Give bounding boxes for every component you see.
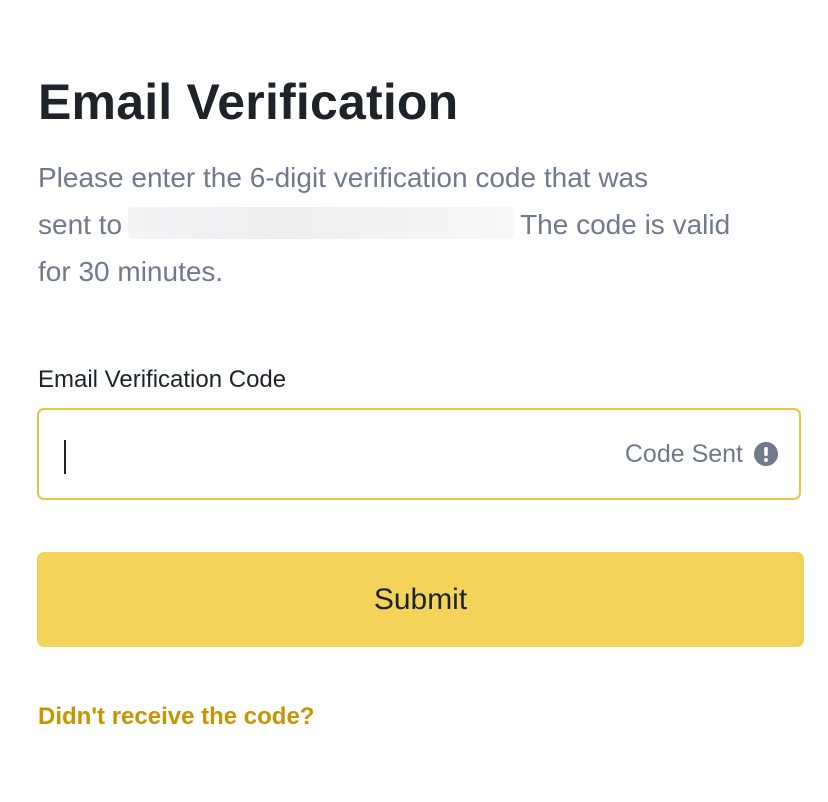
email-verification-code-label: Email Verification Code xyxy=(38,366,287,393)
code-sent-label: Code Sent xyxy=(624,439,743,468)
page-title: Email Verification xyxy=(38,74,459,130)
didnt-receive-code-link[interactable]: Didn't receive the code? xyxy=(38,700,314,734)
submit-button[interactable]: Submit xyxy=(37,552,804,647)
info-icon[interactable] xyxy=(753,441,779,467)
validity-text: The code is valid xyxy=(520,209,731,240)
instruction-line-3: for 30 minutes. xyxy=(38,256,224,287)
sent-to-label: sent to xyxy=(38,209,123,240)
code-sent-status: Code Sent xyxy=(625,410,779,498)
verification-code-field[interactable]: Code Sent xyxy=(37,408,801,500)
verification-code-input[interactable] xyxy=(57,428,577,480)
instruction-line-2: sent to The code is valid xyxy=(38,201,798,248)
text-cursor xyxy=(64,440,66,474)
instruction-line-1: Please enter the 6-digit verification co… xyxy=(38,162,649,193)
redacted-email-address xyxy=(128,207,515,239)
instruction-text: Please enter the 6-digit verification co… xyxy=(38,154,798,295)
